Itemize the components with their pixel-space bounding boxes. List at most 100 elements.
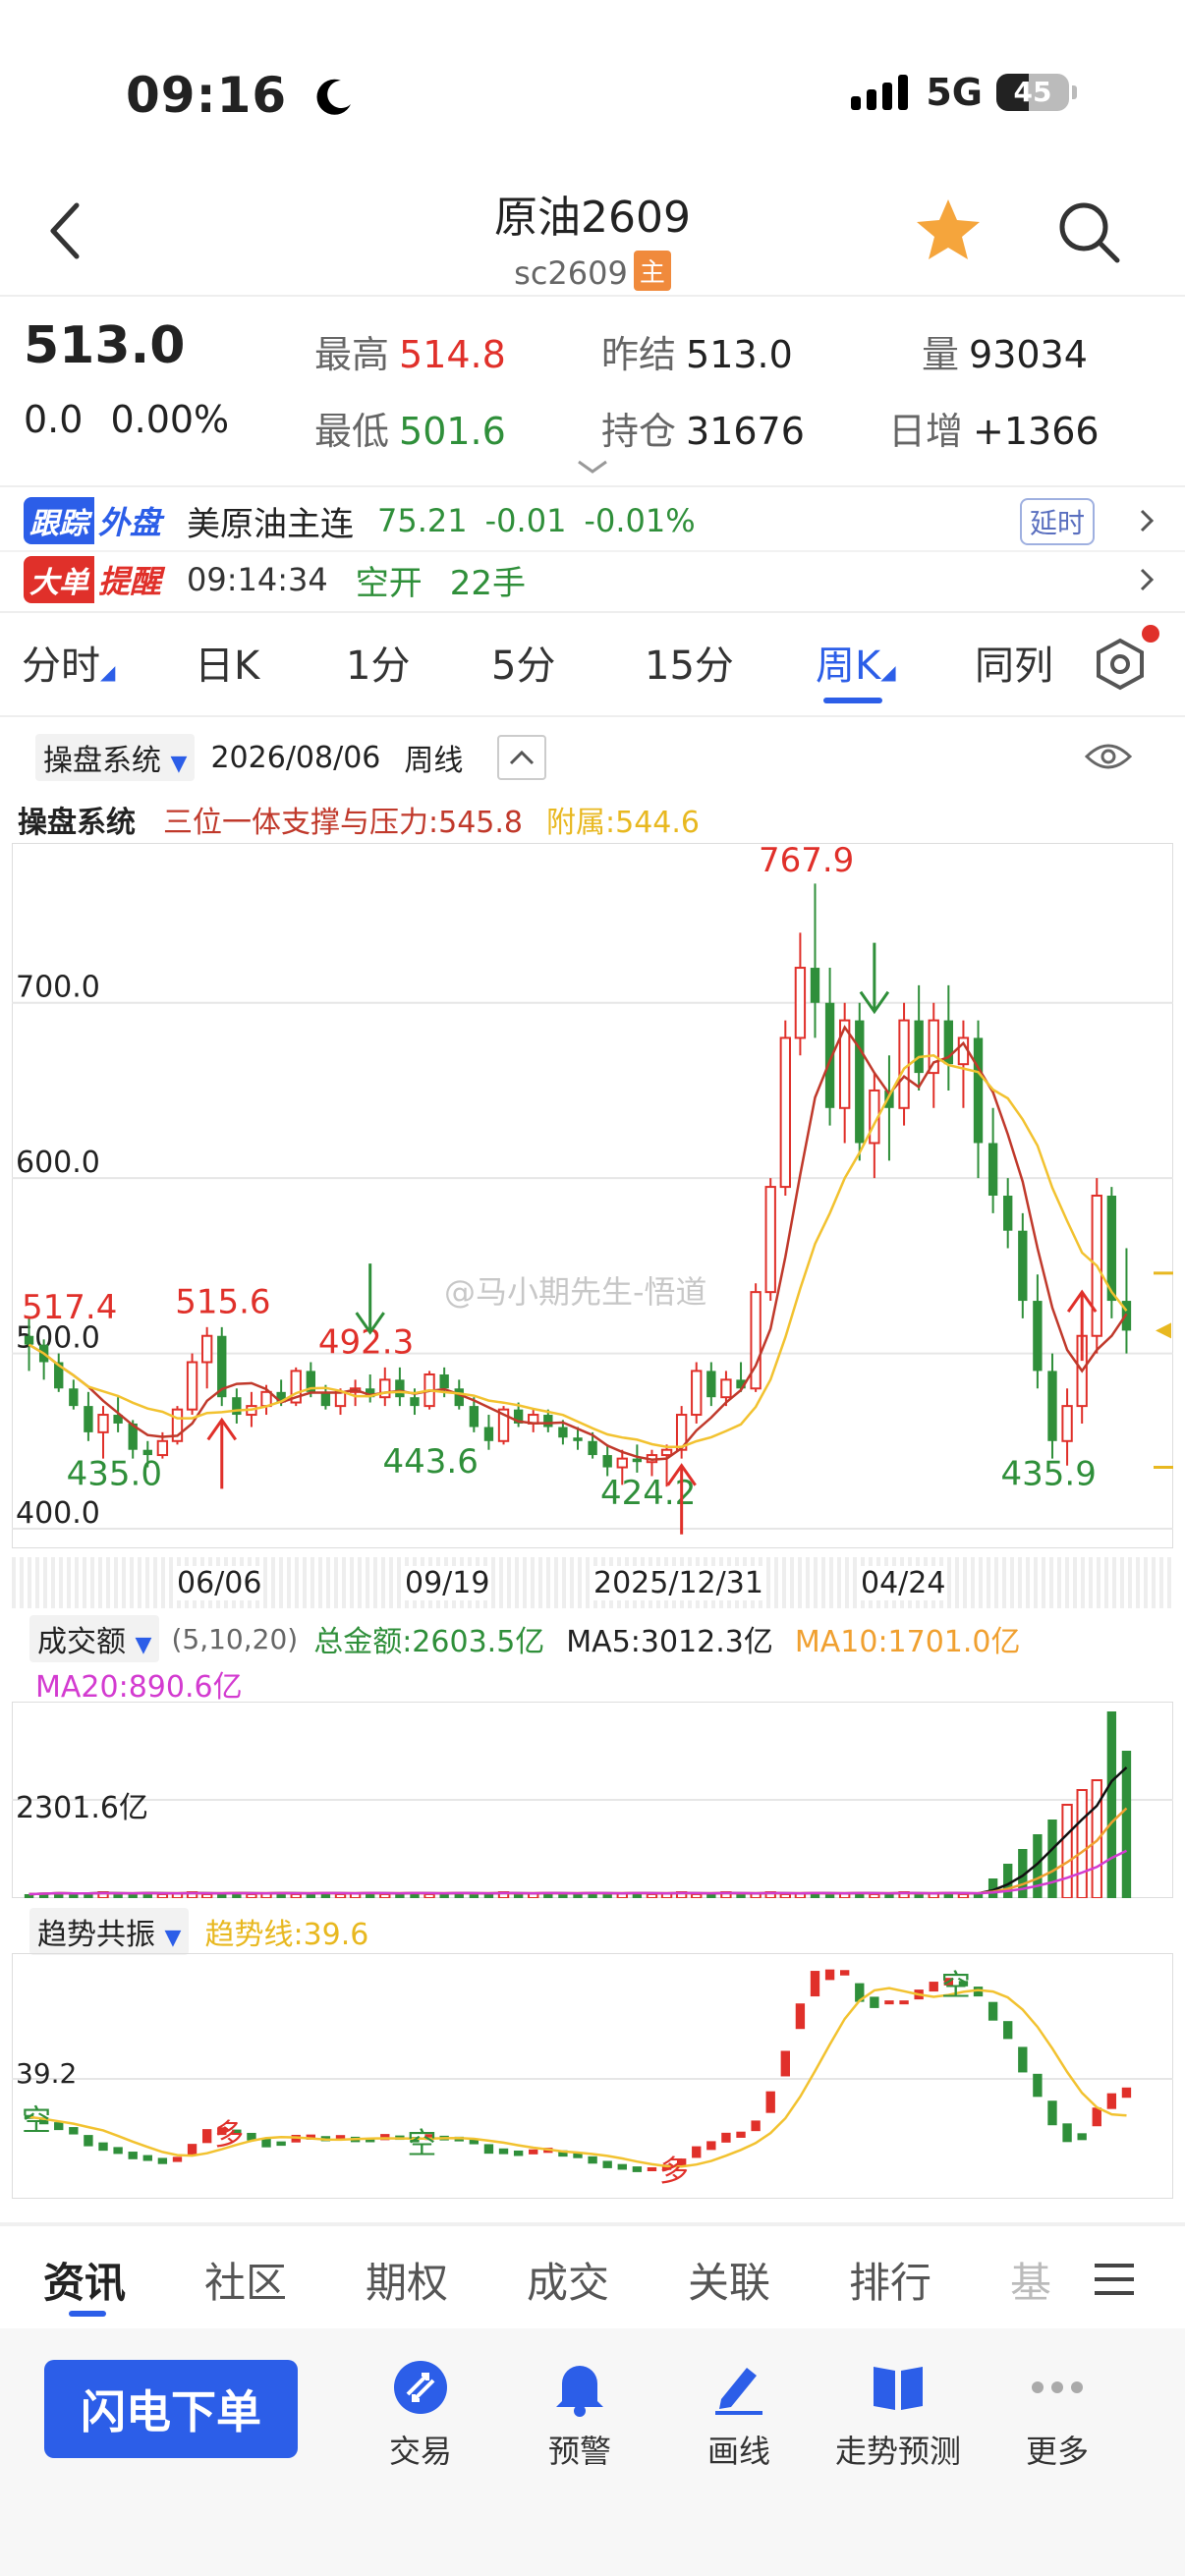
trend-forecast-action[interactable]: 走势预测 xyxy=(810,2356,987,2472)
date-label-3: 2025/12/31 xyxy=(593,1566,763,1600)
volume-ma10-line xyxy=(28,1807,1128,1896)
tab-news[interactable]: 资讯 xyxy=(43,2250,126,2310)
tab-related[interactable]: 关联 xyxy=(688,2250,770,2310)
alert-tag: 提醒 xyxy=(98,563,162,600)
track-tag: 跟踪 xyxy=(24,497,94,544)
tab-fundamentals[interactable]: 基 xyxy=(1010,2250,1051,2310)
trade-icon xyxy=(394,2361,447,2414)
price-annotation: 435.0 xyxy=(67,1454,162,1493)
volume-selector[interactable]: 成交额 ▼ xyxy=(29,1615,160,1662)
volume-bar xyxy=(200,1893,213,1898)
trend-bar xyxy=(113,2147,123,2155)
trend-bar xyxy=(54,2122,64,2131)
candle-body xyxy=(543,1415,553,1428)
volume-bar xyxy=(779,1893,791,1898)
trend-bar xyxy=(1018,2046,1028,2073)
price-annotation: 435.9 xyxy=(1001,1454,1097,1493)
book-icon xyxy=(874,2367,923,2410)
tab-15min[interactable]: 15分 xyxy=(645,634,734,691)
price-axis-label: 400.0 xyxy=(16,1496,100,1531)
trend-bar xyxy=(69,2127,79,2135)
track-chevron-icon[interactable] xyxy=(1138,507,1156,534)
tab-options[interactable]: 期权 xyxy=(366,2250,448,2310)
chart-header: 操盘系统 ▼ 2026/08/06 周线 xyxy=(35,734,463,781)
eye-icon[interactable] xyxy=(1085,739,1132,774)
track-change: -0.01 xyxy=(484,502,567,539)
trend-bar xyxy=(128,2152,138,2159)
trend-bar xyxy=(751,2120,761,2132)
favorite-star-icon[interactable] xyxy=(914,196,983,261)
bottom-tab-indicator xyxy=(69,2311,106,2317)
signal-icon xyxy=(851,75,909,110)
draw-line-action[interactable]: 画线 xyxy=(650,2356,827,2472)
bell-icon xyxy=(556,2366,603,2417)
tab-intraday[interactable]: 分时◢ xyxy=(22,634,115,691)
search-icon[interactable] xyxy=(1056,199,1121,264)
candle-body xyxy=(928,1019,939,1075)
candle-body xyxy=(69,1388,79,1407)
tab-weekly-k[interactable]: 周K◢ xyxy=(816,634,896,691)
volume-bar xyxy=(1003,1864,1013,1898)
tab-ranking[interactable]: 排行 xyxy=(849,2250,931,2310)
volume-bar xyxy=(602,1894,612,1898)
volume-bar xyxy=(824,1894,835,1898)
contract-symbol: sc2609 主 xyxy=(0,251,1185,292)
candle-body xyxy=(898,1019,910,1109)
menu-icon[interactable] xyxy=(1095,2262,1134,2297)
trend-line xyxy=(28,1987,1127,2168)
expand-chevron-icon[interactable] xyxy=(575,458,610,476)
candle-body xyxy=(1061,1405,1073,1442)
tab-same-column[interactable]: 同列 xyxy=(975,634,1053,691)
candle-body xyxy=(573,1437,583,1441)
tab-community[interactable]: 社区 xyxy=(204,2250,287,2310)
collapse-button[interactable] xyxy=(497,735,546,780)
battery-icon: 45 xyxy=(996,74,1077,111)
trend-selector[interactable]: 趋势共振 ▼ xyxy=(29,1908,190,1955)
candle-body xyxy=(84,1406,93,1432)
low-price: 最低 501.6 xyxy=(314,410,506,453)
tab-1min[interactable]: 1分 xyxy=(346,634,410,691)
volume-ma20-line xyxy=(28,1849,1128,1896)
trend-bar xyxy=(632,2166,643,2172)
trend-chart[interactable]: 空多空多空 xyxy=(12,1953,1173,2199)
candle-body xyxy=(706,1371,716,1398)
tab-daily-k[interactable]: 日K xyxy=(195,634,259,691)
network-label: 5G xyxy=(926,71,983,114)
chart-date: 2026/08/06 xyxy=(210,740,381,775)
more-action[interactable]: 更多 xyxy=(969,2356,1146,2472)
delay-badge: 延时 xyxy=(1020,498,1096,545)
track-overseas-row[interactable]: 跟踪 外盘 美原油主连 75.21 -0.01 -0.01% xyxy=(24,496,696,545)
volume-bar xyxy=(957,1893,970,1898)
candle-body xyxy=(24,1335,34,1345)
kline-chart[interactable]: 700.0600.0500.0400.0767.9517.4 515.6492.3… xyxy=(12,843,1173,1548)
battery-level: 45 xyxy=(1013,76,1052,108)
active-tab-indicator xyxy=(823,698,882,703)
candle-body xyxy=(558,1427,568,1438)
price-annotation: 517.4 xyxy=(22,1288,117,1327)
flash-order-button[interactable]: 闪电下单 xyxy=(44,2360,298,2458)
candle-body xyxy=(156,1439,169,1457)
big-order-alert-row[interactable]: 大单 提醒 09:14:34 空开 22手 xyxy=(24,555,526,604)
tab-5min[interactable]: 5分 xyxy=(491,634,555,691)
tab-trades[interactable]: 成交 xyxy=(527,2250,609,2310)
alert-action-button[interactable]: 预警 xyxy=(491,2356,668,2472)
alert-chevron-icon[interactable] xyxy=(1138,566,1156,593)
date-label-1: 06/06 xyxy=(177,1566,262,1600)
trade-action[interactable]: 交易 xyxy=(332,2356,509,2472)
volume-chart[interactable] xyxy=(12,1702,1173,1898)
volume-legend: 成交额 ▼ (5,10,20) 总金额:2603.5亿 MA5:3012.3亿 … xyxy=(29,1615,1021,1662)
volume-bar xyxy=(379,1893,391,1898)
trend-bar xyxy=(988,2001,998,2021)
trend-bar xyxy=(929,1982,938,1992)
trend-bar xyxy=(261,2138,271,2148)
trend-bar xyxy=(84,2135,93,2147)
date-label-4: 04/24 xyxy=(861,1566,946,1600)
candle-body xyxy=(186,1361,198,1411)
settings-hexagon-icon[interactable] xyxy=(1093,637,1148,692)
system-selector[interactable]: 操盘系统 ▼ xyxy=(35,734,196,781)
page-title: 原油2609 xyxy=(494,193,691,243)
candle-body xyxy=(97,1414,109,1433)
trend-bar xyxy=(765,2091,775,2113)
watermark: @马小期先生-悟道 xyxy=(444,1273,707,1311)
status-indicators: 5G 45 xyxy=(851,71,1077,114)
